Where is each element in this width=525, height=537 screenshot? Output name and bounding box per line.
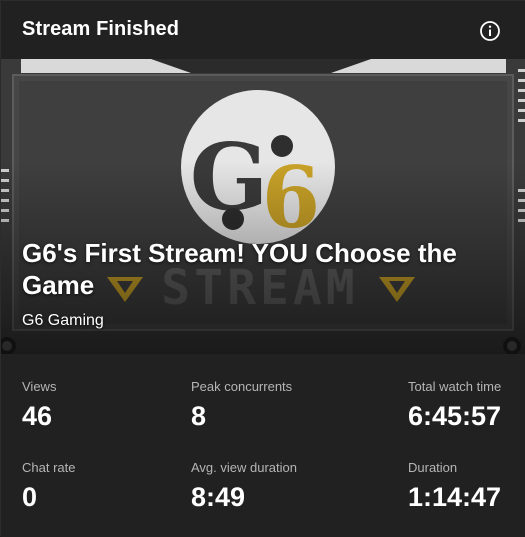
stat-label: Avg. view duration: [191, 460, 297, 475]
stat-peak-concurrents: Peak concurrents 8: [191, 379, 292, 432]
stat-label: Total watch time: [408, 379, 502, 394]
stat-label: Duration: [408, 460, 458, 475]
stat-label: Chat rate: [22, 460, 76, 475]
stat-label: Views: [22, 379, 57, 394]
stat-avg-view-duration: Avg. view duration 8:49: [191, 460, 297, 513]
panel-title: Stream Finished: [22, 18, 180, 40]
info-icon[interactable]: [479, 20, 501, 42]
thumbnail-gradient: [1, 59, 525, 354]
stream-finished-panel: Stream Finished G6's First Stream! YOU C…: [0, 0, 525, 537]
stat-value: 6:45:57: [408, 401, 502, 431]
channel-name: G6 Gaming: [22, 312, 104, 329]
panel-header: Stream Finished: [1, 1, 525, 59]
stat-value: 46: [22, 401, 53, 431]
stat-views: Views 46: [22, 379, 56, 432]
stat-total-watch-time: Total watch time 6:45:57: [408, 379, 501, 432]
stat-value: 1:14:47: [408, 482, 502, 512]
stat-label: Peak concurrents: [191, 379, 293, 394]
stat-value: 8: [191, 401, 207, 431]
stream-thumbnail[interactable]: G 6 STREAM G6's First Stream! YOU Choose…: [1, 59, 525, 354]
stat-chat-rate: Chat rate 0: [22, 460, 75, 513]
stat-duration: Duration 1:14:47: [408, 460, 501, 513]
stat-value: 8:49: [191, 482, 246, 512]
stream-title: G6's First Stream! YOU Choose the Game: [22, 238, 457, 300]
stat-value: 0: [22, 482, 38, 512]
stream-stats: Views 46 Peak concurrents 8 Total watch …: [1, 354, 525, 537]
